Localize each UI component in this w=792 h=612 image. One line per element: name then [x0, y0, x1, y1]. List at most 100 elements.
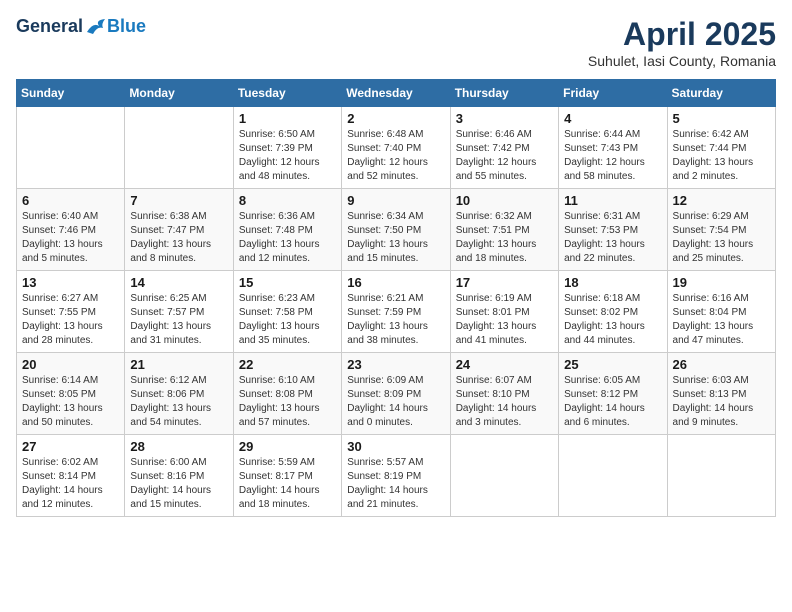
logo-general-text: General — [16, 16, 83, 37]
logo-blue-text: Blue — [107, 16, 146, 37]
calendar-cell: 18 Sunrise: 6:18 AM Sunset: 8:02 PM Dayli… — [559, 271, 667, 353]
calendar-cell: 15Sunrise: 6:23 AM Sunset: 7:58 PM Dayli… — [233, 271, 341, 353]
day-number: 11 — [564, 193, 661, 208]
calendar-cell — [559, 435, 667, 517]
day-info: Sunrise: 6:44 AM Sunset: 7:43 PM Dayligh… — [564, 128, 661, 184]
calendar-cell: 28 Sunrise: 6:00 AM Sunset: 8:16 PM Dayli… — [125, 435, 233, 517]
logo: General Blue — [16, 16, 146, 37]
day-number: 24 — [456, 357, 553, 372]
day-of-week-header: Wednesday — [342, 80, 450, 107]
day-number: 27 — [22, 439, 119, 454]
calendar-cell: 7 Sunrise: 6:38 AM Sunset: 7:47 PM Daylig… — [125, 189, 233, 271]
day-of-week-header: Tuesday — [233, 80, 341, 107]
day-info: Sunrise: 6:48 AM Sunset: 7:40 PM Dayligh… — [347, 128, 444, 184]
calendar-body: 1Sunrise: 6:50 AM Sunset: 7:39 PM Daylig… — [17, 107, 776, 517]
day-number: 19 — [673, 275, 770, 290]
calendar-cell: 20 Sunrise: 6:14 AM Sunset: 8:05 PM Dayli… — [17, 353, 125, 435]
calendar-cell — [125, 107, 233, 189]
calendar-week-row: 1Sunrise: 6:50 AM Sunset: 7:39 PM Daylig… — [17, 107, 776, 189]
calendar-week-row: 27 Sunrise: 6:02 AM Sunset: 8:14 PM Dayli… — [17, 435, 776, 517]
day-info: Sunrise: 6:36 AM Sunset: 7:48 PM Dayligh… — [239, 210, 336, 266]
day-info: Sunrise: 6:25 AM Sunset: 7:57 PM Dayligh… — [130, 292, 227, 348]
day-number: 15 — [239, 275, 336, 290]
calendar-cell: 11 Sunrise: 6:31 AM Sunset: 7:53 PM Dayli… — [559, 189, 667, 271]
day-info: Sunrise: 6:05 AM Sunset: 8:12 PM Dayligh… — [564, 374, 661, 430]
day-info: Sunrise: 6:42 AM Sunset: 7:44 PM Dayligh… — [673, 128, 770, 184]
day-info: Sunrise: 6:50 AM Sunset: 7:39 PM Dayligh… — [239, 128, 336, 184]
calendar-cell: 21 Sunrise: 6:12 AM Sunset: 8:06 PM Dayli… — [125, 353, 233, 435]
day-info: Sunrise: 6:27 AM Sunset: 7:55 PM Dayligh… — [22, 292, 119, 348]
day-info: Sunrise: 6:40 AM Sunset: 7:46 PM Dayligh… — [22, 210, 119, 266]
calendar-cell — [450, 435, 558, 517]
day-number: 23 — [347, 357, 444, 372]
day-info: Sunrise: 6:46 AM Sunset: 7:42 PM Dayligh… — [456, 128, 553, 184]
day-number: 21 — [130, 357, 227, 372]
day-number: 20 — [22, 357, 119, 372]
day-number: 6 — [22, 193, 119, 208]
day-info: Sunrise: 6:19 AM Sunset: 8:01 PM Dayligh… — [456, 292, 553, 348]
page-header: General Blue April 2025 Suhulet, Iasi Co… — [16, 16, 776, 69]
calendar-cell — [667, 435, 775, 517]
calendar-cell: 10 Sunrise: 6:32 AM Sunset: 7:51 PM Dayli… — [450, 189, 558, 271]
day-number: 28 — [130, 439, 227, 454]
day-number: 5 — [673, 111, 770, 126]
day-info: Sunrise: 6:34 AM Sunset: 7:50 PM Dayligh… — [347, 210, 444, 266]
day-number: 2 — [347, 111, 444, 126]
day-info: Sunrise: 6:16 AM Sunset: 8:04 PM Dayligh… — [673, 292, 770, 348]
day-info: Sunrise: 6:31 AM Sunset: 7:53 PM Dayligh… — [564, 210, 661, 266]
calendar-cell: 22Sunrise: 6:10 AM Sunset: 8:08 PM Dayli… — [233, 353, 341, 435]
day-number: 7 — [130, 193, 227, 208]
day-info: Sunrise: 6:21 AM Sunset: 7:59 PM Dayligh… — [347, 292, 444, 348]
day-number: 10 — [456, 193, 553, 208]
calendar-cell: 19 Sunrise: 6:16 AM Sunset: 8:04 PM Dayli… — [667, 271, 775, 353]
day-number: 3 — [456, 111, 553, 126]
day-number: 29 — [239, 439, 336, 454]
calendar-cell: 14 Sunrise: 6:25 AM Sunset: 7:57 PM Dayli… — [125, 271, 233, 353]
calendar-cell: 2 Sunrise: 6:48 AM Sunset: 7:40 PM Daylig… — [342, 107, 450, 189]
calendar-cell: 3 Sunrise: 6:46 AM Sunset: 7:42 PM Daylig… — [450, 107, 558, 189]
calendar-cell: 5 Sunrise: 6:42 AM Sunset: 7:44 PM Daylig… — [667, 107, 775, 189]
logo-bird-icon — [85, 18, 107, 36]
calendar-cell: 4 Sunrise: 6:44 AM Sunset: 7:43 PM Daylig… — [559, 107, 667, 189]
day-number: 12 — [673, 193, 770, 208]
day-info: Sunrise: 5:57 AM Sunset: 8:19 PM Dayligh… — [347, 456, 444, 512]
calendar-table: SundayMondayTuesdayWednesdayThursdayFrid… — [16, 79, 776, 517]
day-number: 26 — [673, 357, 770, 372]
day-info: Sunrise: 6:18 AM Sunset: 8:02 PM Dayligh… — [564, 292, 661, 348]
day-number: 25 — [564, 357, 661, 372]
day-of-week-header: Monday — [125, 80, 233, 107]
calendar-cell: 29 Sunrise: 5:59 AM Sunset: 8:17 PM Dayli… — [233, 435, 341, 517]
calendar-cell: 12Sunrise: 6:29 AM Sunset: 7:54 PM Dayli… — [667, 189, 775, 271]
day-info: Sunrise: 6:38 AM Sunset: 7:47 PM Dayligh… — [130, 210, 227, 266]
day-info: Sunrise: 6:14 AM Sunset: 8:05 PM Dayligh… — [22, 374, 119, 430]
calendar-cell: 24Sunrise: 6:07 AM Sunset: 8:10 PM Dayli… — [450, 353, 558, 435]
day-number: 9 — [347, 193, 444, 208]
calendar-cell: 1Sunrise: 6:50 AM Sunset: 7:39 PM Daylig… — [233, 107, 341, 189]
day-info: Sunrise: 5:59 AM Sunset: 8:17 PM Dayligh… — [239, 456, 336, 512]
day-number: 13 — [22, 275, 119, 290]
day-info: Sunrise: 6:32 AM Sunset: 7:51 PM Dayligh… — [456, 210, 553, 266]
day-number: 18 — [564, 275, 661, 290]
calendar-cell: 9 Sunrise: 6:34 AM Sunset: 7:50 PM Daylig… — [342, 189, 450, 271]
day-info: Sunrise: 6:02 AM Sunset: 8:14 PM Dayligh… — [22, 456, 119, 512]
day-number: 30 — [347, 439, 444, 454]
day-of-week-header: Sunday — [17, 80, 125, 107]
location-subtitle: Suhulet, Iasi County, Romania — [588, 53, 776, 69]
calendar-week-row: 13 Sunrise: 6:27 AM Sunset: 7:55 PM Dayli… — [17, 271, 776, 353]
day-info: Sunrise: 6:10 AM Sunset: 8:08 PM Dayligh… — [239, 374, 336, 430]
day-info: Sunrise: 6:12 AM Sunset: 8:06 PM Dayligh… — [130, 374, 227, 430]
calendar-week-row: 6 Sunrise: 6:40 AM Sunset: 7:46 PM Daylig… — [17, 189, 776, 271]
calendar-cell: 26Sunrise: 6:03 AM Sunset: 8:13 PM Dayli… — [667, 353, 775, 435]
day-number: 14 — [130, 275, 227, 290]
calendar-cell: 8Sunrise: 6:36 AM Sunset: 7:48 PM Daylig… — [233, 189, 341, 271]
day-of-week-header: Friday — [559, 80, 667, 107]
calendar-cell — [17, 107, 125, 189]
day-number: 17 — [456, 275, 553, 290]
calendar-cell: 23Sunrise: 6:09 AM Sunset: 8:09 PM Dayli… — [342, 353, 450, 435]
calendar-cell: 16Sunrise: 6:21 AM Sunset: 7:59 PM Dayli… — [342, 271, 450, 353]
calendar-week-row: 20 Sunrise: 6:14 AM Sunset: 8:05 PM Dayli… — [17, 353, 776, 435]
day-number: 4 — [564, 111, 661, 126]
title-area: April 2025 Suhulet, Iasi County, Romania — [588, 16, 776, 69]
calendar-header-row: SundayMondayTuesdayWednesdayThursdayFrid… — [17, 80, 776, 107]
day-info: Sunrise: 6:00 AM Sunset: 8:16 PM Dayligh… — [130, 456, 227, 512]
